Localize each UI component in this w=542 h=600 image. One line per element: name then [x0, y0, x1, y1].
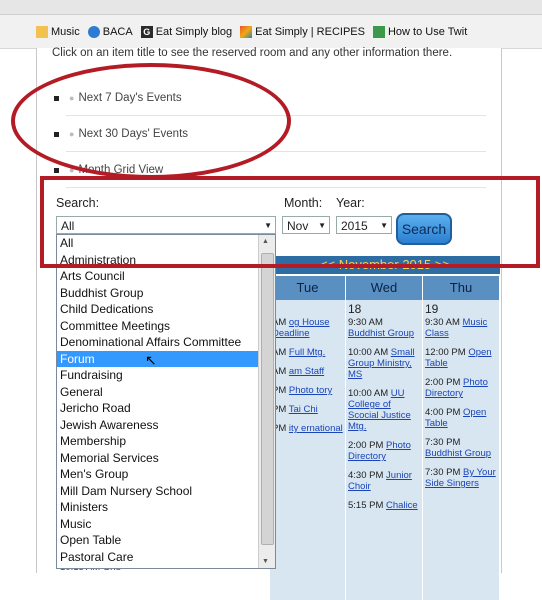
calendar-event[interactable]: 2:00 PM Photo Directory [425, 377, 497, 399]
day-name-header: Tue [270, 276, 346, 300]
calendar-event[interactable]: 5:15 PM Chalice [348, 500, 420, 511]
bookmark-list: Music BACA G Eat Simply blog Eat Simply | RE… [36, 26, 467, 38]
day-name-header: Thu [423, 276, 500, 300]
calendar-day-cell: 19 9:30 AM Music Class 12:00 PM Open Table… [423, 300, 500, 600]
calendar-event[interactable]: 4:30 PM Junior Choir [348, 470, 420, 492]
event-time: 4:00 PM [425, 407, 464, 418]
dropdown-option[interactable]: Membership [57, 433, 275, 450]
dropdown-option[interactable]: Child Dedications [57, 301, 275, 318]
scroll-down-icon[interactable]: ▼ [262, 558, 269, 565]
event-time: 12:00 PM [425, 347, 469, 358]
globe-icon [87, 26, 100, 38]
dropdown-option[interactable]: Fundraising [57, 367, 275, 384]
event-title-link[interactable]: Chalice [386, 500, 418, 511]
event-time: 2:00 PM [348, 440, 387, 451]
calendar-day-cell: 18 9:30 AM Buddhist Group 10:00 AM Small G… [346, 300, 423, 600]
annotation-rectangle [40, 176, 540, 268]
dropdown-option[interactable]: Ministers [57, 499, 275, 516]
calendar-event[interactable]: 2:00 PM Photo Directory [348, 440, 420, 462]
bullet-icon [54, 167, 59, 173]
day-number: 18 [348, 302, 362, 316]
bookmark-label: Eat Simply | RECIPES [255, 26, 365, 38]
event-time: 7:30 PM [425, 437, 461, 448]
scrollbar-thumb[interactable] [261, 253, 274, 545]
bookmark-label: BACA [102, 26, 133, 38]
calendar-event[interactable]: PM ity ernational [272, 423, 343, 434]
dropdown-option[interactable]: Men's Group [57, 466, 275, 483]
dropdown-option[interactable]: Jericho Road [57, 400, 275, 417]
calendar-event[interactable]: 10:00 AM UU College of Scocial Justice M… [348, 388, 420, 432]
event-time: 2:00 PM [425, 377, 464, 388]
event-title-link[interactable]: Buddhist Group [425, 448, 491, 459]
day-number: 19 [425, 302, 439, 316]
calendar-event[interactable]: 10:00 AM Small Group Ministry, MS [348, 347, 420, 380]
event-title-link[interactable]: am Staff [289, 366, 324, 377]
calendar-event[interactable]: 7:30 PM By Your Side Singers [425, 467, 497, 489]
day-number [272, 302, 343, 316]
event-time: 5:15 PM [348, 500, 387, 511]
dropdown-option[interactable]: Buddhist Group [57, 285, 275, 302]
calendar-event[interactable]: 4:00 PM Open Table [425, 407, 497, 429]
g-icon: G [140, 26, 153, 38]
bookmark-item[interactable]: How to Use Twit [372, 26, 468, 38]
event-title-link[interactable]: Buddhist Group [348, 328, 414, 339]
search-dropdown-list[interactable]: All Administration Arts Council Buddhist Gr… [56, 234, 276, 569]
dropdown-option[interactable]: Memorial Services [57, 450, 275, 467]
event-title-link[interactable]: Full Mtg. [289, 347, 325, 358]
instructions-text: Click on an item title to see the reserv… [52, 47, 453, 59]
event-time: 9:30 AM [348, 317, 383, 328]
bookmark-item[interactable]: Music [36, 26, 80, 38]
event-time: 7:30 PM [425, 467, 464, 478]
calendar-week-row: AM og House Deadline AM Full Mtg. AM am St… [270, 300, 500, 600]
event-title-link[interactable]: Photo tory [289, 385, 332, 396]
calendar-event[interactable]: PM Photo tory [272, 385, 343, 396]
folder-icon [36, 26, 48, 38]
calendar-event[interactable]: PM Tai Chi [272, 404, 343, 415]
calendar-event[interactable]: AM Full Mtg. [272, 347, 343, 358]
event-time: 10:00 AM [348, 347, 391, 358]
annotation-ellipse [11, 63, 291, 179]
event-time: 9:30 AM [425, 317, 463, 328]
bookmark-label: Eat Simply blog [155, 26, 233, 38]
calendar-event[interactable]: 7:30 PM Buddhist Group [425, 437, 497, 459]
event-time: 4:30 PM [348, 470, 387, 481]
dropdown-option[interactable]: Jewish Awareness [57, 417, 275, 434]
dropdown-option[interactable]: General [57, 384, 275, 401]
dropdown-option[interactable]: Committee Meetings [57, 318, 275, 335]
bookmarks-bar: Music BACA G Eat Simply blog Eat Simply | RE… [0, 0, 542, 49]
dropdown-options: All Administration Arts Council Buddhist Gr… [57, 235, 275, 565]
calendar-event[interactable]: 12:00 PM Open Table [425, 347, 497, 369]
dropdown-option[interactable]: Music [57, 516, 275, 533]
event-title-link[interactable]: ity ernational [289, 423, 343, 434]
dropdown-scrollbar[interactable]: ▲ ▼ [258, 235, 275, 568]
calendar-day-cell: AM og House Deadline AM Full Mtg. AM am St… [270, 300, 346, 600]
calendar-day-names: Tue Wed Thu [270, 276, 500, 300]
calendar-event[interactable]: AM og House Deadline [272, 317, 343, 339]
dropdown-option[interactable]: Open Table [57, 532, 275, 549]
table-icon [372, 26, 385, 38]
dropdown-option[interactable]: Mill Dam Nursery School [57, 483, 275, 500]
calendar-grid: Tue Wed Thu AM og House Deadline AM Full Mt… [270, 276, 500, 600]
calendar-event[interactable]: 9:30 AM Music Class [425, 317, 497, 339]
image-icon [240, 26, 253, 38]
mouse-cursor-icon: ↖ [145, 352, 157, 368]
bookmark-item[interactable]: G Eat Simply blog [140, 26, 233, 38]
event-title-link[interactable]: Tai Chi [289, 404, 318, 415]
bookmark-item[interactable]: Eat Simply | RECIPES [240, 26, 365, 38]
dropdown-option[interactable]: Denominational Affairs Committee [57, 334, 275, 351]
tab-strip [0, 0, 542, 15]
bookmark-label: How to Use Twit [387, 26, 468, 38]
calendar-event[interactable]: 9:30 AM Buddhist Group [348, 317, 420, 339]
calendar-event[interactable]: AM am Staff [272, 366, 343, 377]
bookmark-item[interactable]: BACA [87, 26, 133, 38]
dropdown-option[interactable]: Pastoral Care [57, 549, 275, 566]
bookmark-label: Music [51, 26, 80, 38]
dropdown-option[interactable]: Arts Council [57, 268, 275, 285]
dropdown-option[interactable]: Forum [57, 350, 275, 367]
event-time: 10:00 AM [348, 388, 391, 399]
day-name-header: Wed [346, 276, 423, 300]
